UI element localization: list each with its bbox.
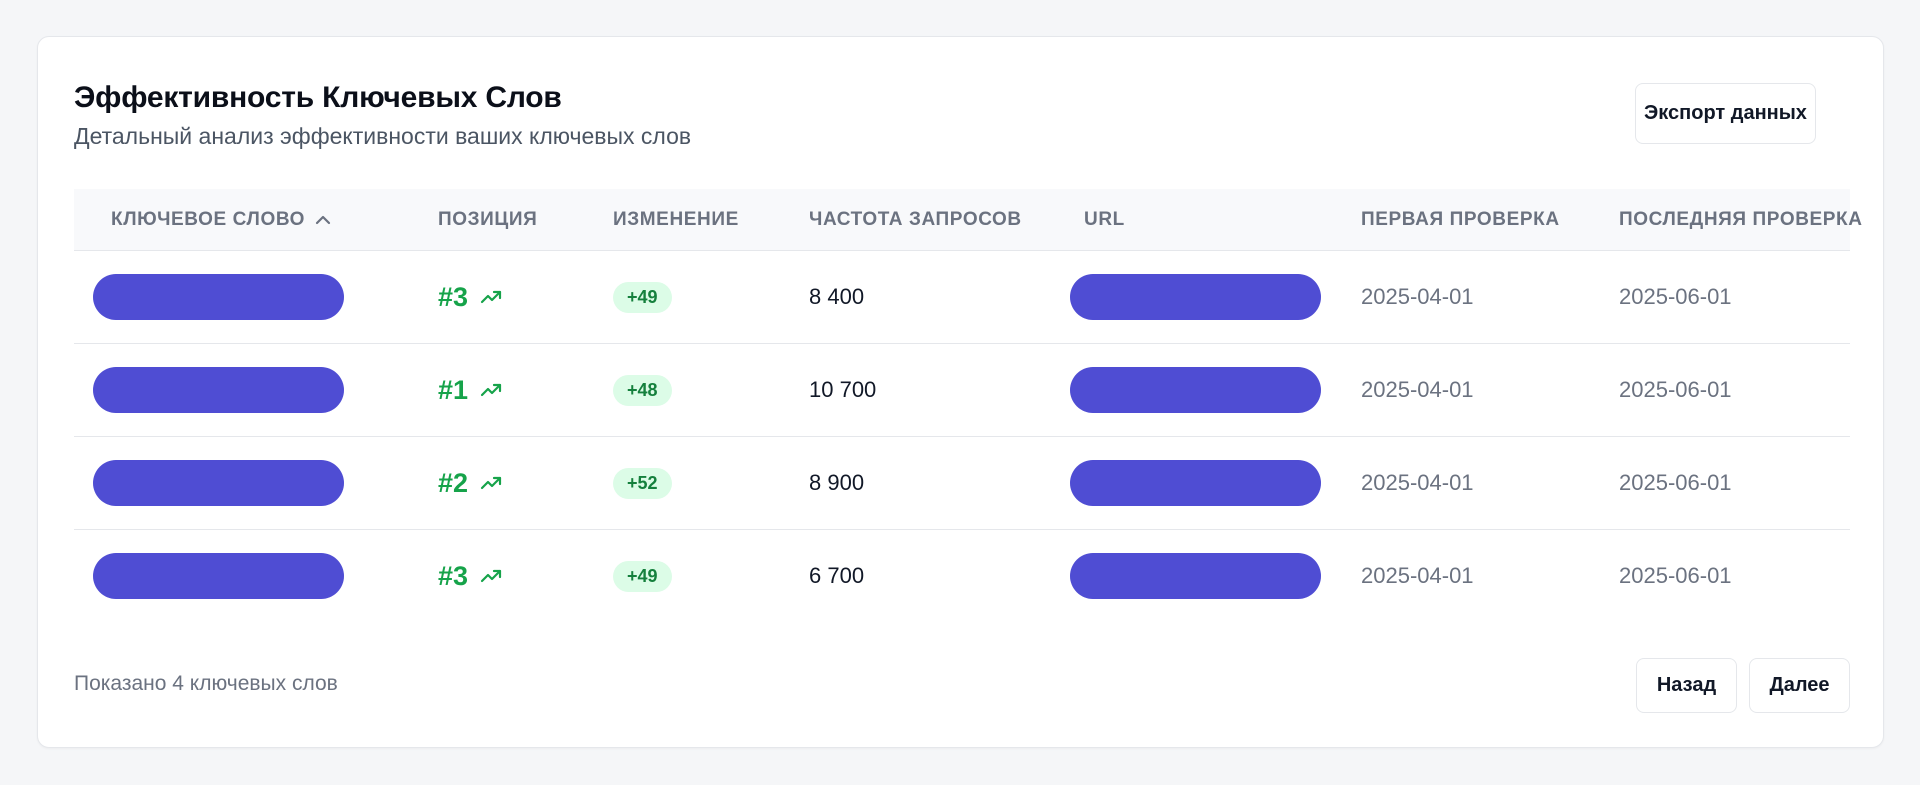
- first-check-value: 2025-04-01: [1361, 284, 1474, 309]
- position-value: #1: [438, 374, 469, 405]
- keyword-performance-card: Эффективность Ключевых Слов Детальный ан…: [37, 36, 1884, 748]
- keyword-redacted: [93, 274, 344, 320]
- table-body: #3 +49 8 400 2025-04-01 2025-06-01 #1 +4…: [74, 251, 1850, 622]
- table-header: КЛЮЧЕВОЕ СЛОВО ПОЗИЦИЯ ИЗМЕНЕНИЕ ЧАСТОТА…: [74, 189, 1862, 251]
- last-check-cell: 2025-06-01: [1619, 437, 1732, 529]
- frequency-value: 8 400: [809, 284, 865, 309]
- position-cell: #3: [438, 251, 504, 343]
- chevron-up-icon: [315, 214, 331, 226]
- position-cell: #2: [438, 437, 504, 529]
- back-button[interactable]: Назад: [1636, 658, 1737, 713]
- table-row: #3 +49 8 400 2025-04-01 2025-06-01: [74, 251, 1850, 344]
- change-cell: +52: [613, 437, 672, 529]
- trending-up-icon: [480, 289, 504, 305]
- table-row: #2 +52 8 900 2025-04-01 2025-06-01: [74, 437, 1850, 530]
- column-header-first-check[interactable]: ПЕРВАЯ ПРОВЕРКА: [1361, 189, 1560, 250]
- results-summary: Показано 4 ключевых слов: [74, 672, 338, 695]
- change-badge: +49: [613, 281, 672, 313]
- position-cell: #1: [438, 344, 504, 436]
- export-data-button[interactable]: Экспорт данных: [1635, 83, 1816, 144]
- page-subtitle: Детальный анализ эффективности ваших клю…: [74, 123, 692, 149]
- trending-up-icon: [480, 568, 504, 584]
- frequency-value: 8 900: [809, 470, 865, 495]
- url-redacted[interactable]: [1070, 367, 1321, 413]
- url-redacted[interactable]: [1070, 274, 1321, 320]
- last-check-cell: 2025-06-01: [1619, 530, 1732, 622]
- last-check-value: 2025-06-01: [1619, 284, 1732, 309]
- keyword-cell: [93, 251, 344, 343]
- first-check-cell: 2025-04-01: [1361, 437, 1474, 529]
- url-cell: [1070, 344, 1321, 436]
- table-row: #3 +49 6 700 2025-04-01 2025-06-01: [74, 530, 1850, 622]
- first-check-value: 2025-04-01: [1361, 470, 1474, 495]
- trending-up-icon: [480, 382, 504, 398]
- frequency-cell: 8 900: [809, 437, 864, 529]
- change-badge: +48: [613, 374, 672, 406]
- first-check-value: 2025-04-01: [1361, 563, 1474, 588]
- last-check-cell: 2025-06-01: [1619, 251, 1732, 343]
- first-check-cell: 2025-04-01: [1361, 530, 1474, 622]
- frequency-value: 6 700: [809, 563, 865, 588]
- change-badge: +52: [613, 467, 672, 499]
- table-row: #1 +48 10 700 2025-04-01 2025-06-01: [74, 344, 1850, 437]
- frequency-cell: 8 400: [809, 251, 864, 343]
- frequency-cell: 10 700: [809, 344, 876, 436]
- frequency-cell: 6 700: [809, 530, 864, 622]
- change-cell: +49: [613, 530, 672, 622]
- keyword-redacted: [93, 553, 344, 599]
- column-header-url[interactable]: URL: [1084, 189, 1125, 250]
- change-badge: +49: [613, 560, 672, 592]
- position-cell: #3: [438, 530, 504, 622]
- last-check-value: 2025-06-01: [1619, 470, 1732, 495]
- position-value: #3: [438, 560, 469, 591]
- column-header-keyword-label: КЛЮЧЕВОЕ СЛОВО: [111, 208, 306, 230]
- position-value: #3: [438, 281, 469, 312]
- keyword-cell: [93, 437, 344, 529]
- first-check-cell: 2025-04-01: [1361, 251, 1474, 343]
- column-header-position[interactable]: ПОЗИЦИЯ: [438, 189, 537, 250]
- column-header-change[interactable]: ИЗМЕНЕНИЕ: [613, 189, 739, 250]
- frequency-value: 10 700: [809, 377, 877, 402]
- last-check-cell: 2025-06-01: [1619, 344, 1732, 436]
- column-header-last-check[interactable]: ПОСЛЕДНЯЯ ПРОВЕРКА: [1619, 189, 1863, 250]
- last-check-value: 2025-06-01: [1619, 377, 1732, 402]
- keywords-table: КЛЮЧЕВОЕ СЛОВО ПОЗИЦИЯ ИЗМЕНЕНИЕ ЧАСТОТА…: [74, 189, 1862, 622]
- position-value: #2: [438, 467, 469, 498]
- url-redacted[interactable]: [1070, 553, 1321, 599]
- next-button[interactable]: Далее: [1749, 658, 1850, 713]
- keyword-redacted: [93, 367, 344, 413]
- column-header-keyword[interactable]: КЛЮЧЕВОЕ СЛОВО: [111, 189, 331, 250]
- url-cell: [1070, 530, 1321, 622]
- first-check-value: 2025-04-01: [1361, 377, 1474, 402]
- first-check-cell: 2025-04-01: [1361, 344, 1474, 436]
- page-title: Эффективность Ключевых Слов: [74, 81, 562, 114]
- url-cell: [1070, 437, 1321, 529]
- url-cell: [1070, 251, 1321, 343]
- keyword-cell: [93, 344, 344, 436]
- last-check-value: 2025-06-01: [1619, 563, 1732, 588]
- change-cell: +49: [613, 251, 672, 343]
- keyword-redacted: [93, 460, 344, 506]
- trending-up-icon: [480, 475, 504, 491]
- keyword-cell: [93, 530, 344, 622]
- url-redacted[interactable]: [1070, 460, 1321, 506]
- change-cell: +48: [613, 344, 672, 436]
- column-header-frequency[interactable]: ЧАСТОТА ЗАПРОСОВ: [809, 189, 1022, 250]
